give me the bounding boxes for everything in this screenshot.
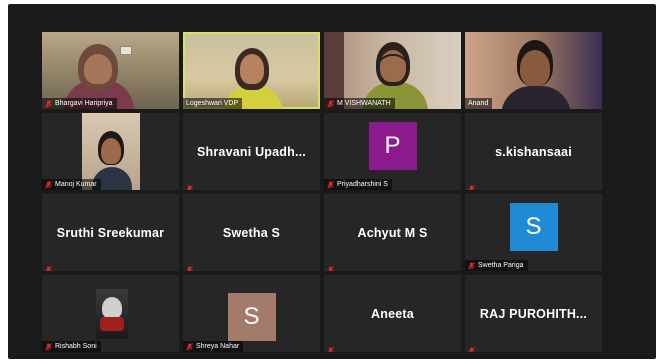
participant-tile-logeshwari[interactable]: Logeshwari VDP bbox=[183, 32, 320, 109]
participant-name: Swetha Pariga bbox=[478, 262, 524, 269]
mic-muted-icon bbox=[186, 180, 193, 190]
participant-name-tag: Rishabh Soni bbox=[42, 341, 101, 352]
participant-tile-anand[interactable]: Anand bbox=[465, 32, 602, 109]
participant-tile-sruthi[interactable]: Sruthi Sreekumar bbox=[42, 194, 179, 271]
participant-display-name: Shravani Upadh... bbox=[197, 144, 306, 159]
participant-name: Manoj Kumar bbox=[55, 181, 97, 188]
participant-display-name: Sruthi Sreekumar bbox=[56, 225, 165, 240]
participant-tile-swetha-pariga[interactable]: S Swetha Pariga bbox=[465, 194, 602, 271]
mic-muted-icon bbox=[327, 99, 334, 108]
mic-muted-icon bbox=[468, 261, 475, 270]
participant-name-tag: Shreya Nahar bbox=[183, 341, 244, 352]
participant-tile-rishabh[interactable]: Rishabh Soni bbox=[42, 275, 179, 352]
mic-muted-icon bbox=[186, 342, 193, 351]
participant-display-name: s.kishansaai bbox=[495, 144, 572, 159]
participant-tile-bhargavi[interactable]: Bhargavi Haripriya bbox=[42, 32, 179, 109]
mic-muted-icon bbox=[45, 342, 52, 351]
participant-name: Shreya Nahar bbox=[196, 343, 240, 350]
participant-name: M VISHWANATH bbox=[337, 100, 391, 107]
mic-muted-icon bbox=[468, 180, 475, 190]
participant-name: Bhargavi Haripriya bbox=[55, 100, 113, 107]
participant-tile-manoj[interactable]: Manoj Kumar bbox=[42, 113, 179, 190]
mic-muted-icon bbox=[45, 261, 52, 271]
participant-name: Rishabh Soni bbox=[55, 343, 97, 350]
mic-muted-icon bbox=[45, 180, 52, 189]
participant-name-tag: Swetha Pariga bbox=[465, 260, 528, 271]
mic-muted-icon bbox=[468, 342, 475, 352]
gallery-view: Bhargavi Haripriya Logeshwari VDP M VISH… bbox=[8, 4, 656, 359]
participant-name-tag: M VISHWANATH bbox=[324, 98, 395, 109]
mic-muted-icon bbox=[327, 342, 334, 352]
mic-muted-icon bbox=[186, 261, 193, 271]
participant-tile-shravani[interactable]: Shravani Upadh... bbox=[183, 113, 320, 190]
participant-tile-priyadharshini[interactable]: P Priyadharshini S bbox=[324, 113, 461, 190]
participant-name: Priyadharshini S bbox=[337, 181, 388, 188]
participant-name-tag: Priyadharshini S bbox=[324, 179, 392, 190]
participant-display-name: Swetha S bbox=[222, 225, 281, 240]
participant-display-name: RAJ PUROHITH... bbox=[479, 306, 588, 321]
participant-tile-aneeta[interactable]: Aneeta bbox=[324, 275, 461, 352]
avatar: S bbox=[227, 293, 276, 341]
participant-tile-achyut[interactable]: Achyut M S bbox=[324, 194, 461, 271]
participant-name-tag: Logeshwari VDP bbox=[183, 98, 243, 109]
mic-muted-icon bbox=[327, 180, 334, 189]
participant-name: Logeshwari VDP bbox=[186, 100, 239, 107]
mic-muted-icon bbox=[45, 99, 52, 108]
participant-tile-vishwanath[interactable]: M VISHWANATH bbox=[324, 32, 461, 109]
participant-tile-shreya[interactable]: S Shreya Nahar bbox=[183, 275, 320, 352]
participant-tile-raj[interactable]: RAJ PUROHITH... bbox=[465, 275, 602, 352]
participant-name-tag: Manoj Kumar bbox=[42, 179, 101, 190]
participant-name-tag: Anand bbox=[465, 98, 493, 109]
participant-tile-swetha-s[interactable]: Swetha S bbox=[183, 194, 320, 271]
participant-tile-kishansaai[interactable]: s.kishansaai bbox=[465, 113, 602, 190]
participant-display-name: Achyut M S bbox=[357, 225, 428, 240]
participant-display-name: Aneeta bbox=[371, 306, 414, 321]
avatar: S bbox=[509, 203, 558, 251]
avatar: P bbox=[368, 122, 417, 170]
participant-name-tag: Bhargavi Haripriya bbox=[42, 98, 117, 109]
participant-name: Anand bbox=[468, 100, 489, 107]
mic-muted-icon bbox=[327, 261, 334, 271]
